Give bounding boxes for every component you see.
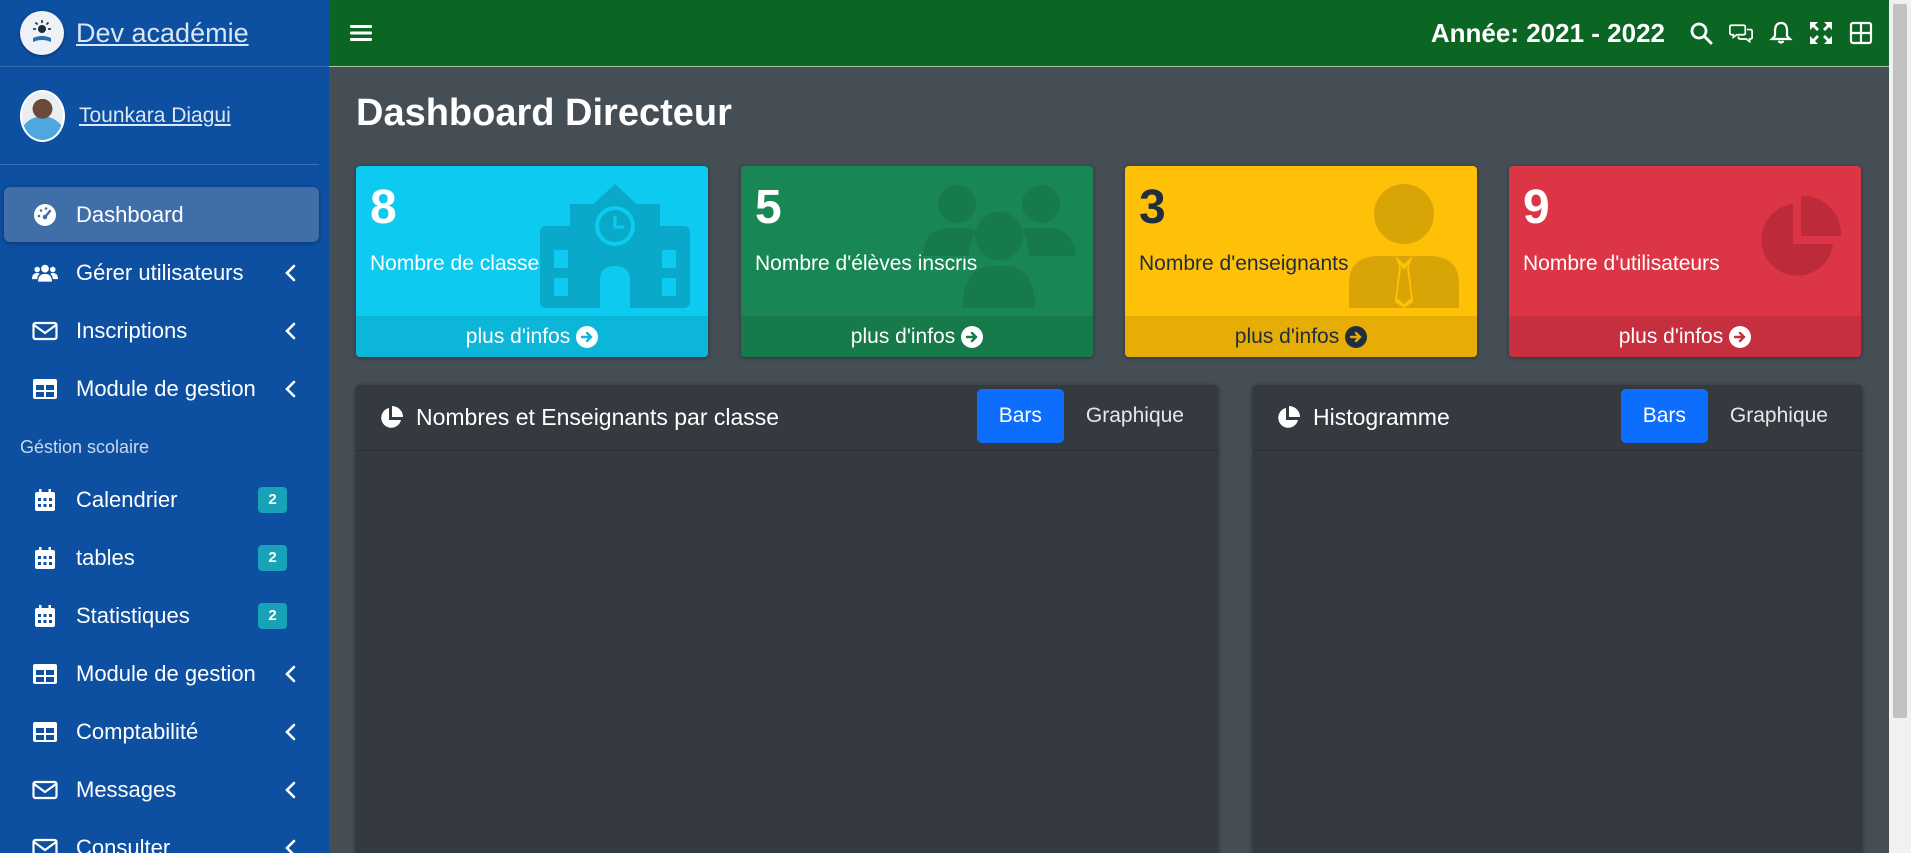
sidebar-item-comptabilite[interactable]: Comptabilité [4,704,319,759]
arrow-right-circle-icon [961,325,984,348]
more-info-label: plus d'infos [850,324,956,348]
stat-box-eleves: 5 Nombre d'élèves inscris plus d'infos [741,166,1093,357]
calendar-icon [30,488,60,512]
grid-icon[interactable] [1841,13,1881,53]
card-tabs: Bars Graphique [1620,389,1850,443]
sidebar-item-consulter[interactable]: Consulter [4,820,319,853]
sidebar-item-label: Statistiques [76,602,190,628]
more-info-label: plus d'infos [1618,324,1724,348]
table-icon [30,377,60,401]
sidebar-item-label: Calendrier [76,486,178,512]
card-title: Histogramme [1313,404,1450,430]
count-badge: 2 [258,544,287,571]
card-header: Histogramme Bars Graphique [1253,385,1862,451]
calendar-icon [30,604,60,628]
page-scrollbar[interactable] [1889,0,1911,853]
sidebar-item-module-gestion[interactable]: Module de gestion [4,361,319,416]
stat-box-enseignants: 3 Nombre d'enseignants plus d'infos [1125,166,1477,357]
sidebar: Dev académie Tounkara Diagui Dashboard G… [0,0,329,853]
chevron-left-icon [285,781,296,798]
tab-bars[interactable]: Bars [976,389,1064,443]
sidebar-section-header: Géstion scolaire [20,437,150,457]
card-enseignants-par-classe: Nombres et Enseignants par classe Bars G… [356,385,1218,853]
envelope-icon [30,319,60,343]
more-info-link[interactable]: plus d'infos [1125,316,1477,357]
arrow-right-circle-icon [576,325,599,348]
main-content: Dashboard Directeur 8 Nombre de classes [329,68,1889,853]
card-histogramme: Histogramme Bars Graphique [1253,385,1862,853]
gauge-icon [30,203,60,227]
brand-link[interactable]: Dev académie [0,0,329,67]
school-year: Année: 2021 - 2022 [1430,17,1665,48]
tab-graphique[interactable]: Graphique [1708,389,1850,443]
users-icon [923,185,1075,308]
fullscreen-icon[interactable] [1801,13,1841,53]
stat-box-classes: 8 Nombre de classes plus d'infos [356,166,708,357]
sidebar-item-calendrier[interactable]: Calendrier 2 [4,472,319,527]
brand-logo-icon [20,11,64,55]
calendar-icon [30,546,60,570]
envelope-icon [30,778,60,802]
sidebar-item-label: tables [76,544,135,570]
chevron-left-icon [285,665,296,682]
user-name[interactable]: Tounkara Diagui [79,104,231,128]
more-info-label: plus d'infos [465,324,571,348]
page-title: Dashboard Directeur [356,92,732,134]
envelope-icon [30,836,60,853]
count-badge: 2 [258,602,287,629]
more-info-link[interactable]: plus d'infos [356,316,708,357]
avatar [20,89,65,142]
more-info-link[interactable]: plus d'infos [741,316,1093,357]
sidebar-item-messages[interactable]: Messages [4,762,319,817]
school-icon [540,184,690,308]
menu-toggle-icon[interactable] [341,13,381,53]
arrow-right-circle-icon [1729,325,1752,348]
pie-chart-icon [1761,195,1842,276]
users-icon [30,261,60,285]
chevron-left-icon [285,723,296,740]
chevron-left-icon [285,264,296,281]
more-info-label: plus d'infos [1234,324,1340,348]
card-tabs: Bars Graphique [976,389,1206,443]
sidebar-item-label: Module de gestion [76,375,256,401]
tab-bars[interactable]: Bars [1620,389,1708,443]
user-panel[interactable]: Tounkara Diagui [0,67,319,165]
card-title: Nombres et Enseignants par classe [416,404,780,430]
scrollbar-thumb[interactable] [1893,4,1907,718]
sidebar-item-label: Dashboard [76,201,184,227]
table-icon [30,662,60,686]
card-header: Nombres et Enseignants par classe Bars G… [356,385,1218,451]
arrow-right-circle-icon [1345,325,1368,348]
sidebar-item-statistiques[interactable]: Statistiques 2 [4,588,319,643]
topbar: Année: 2021 - 2022 [329,0,1889,67]
chevron-left-icon [285,839,296,853]
chevron-left-icon [285,322,296,339]
sidebar-item-label: Gérer utilisateurs [76,259,244,285]
sidebar-item-label: Consulter [76,834,171,853]
bell-icon[interactable] [1761,13,1801,53]
sidebar-item-label: Messages [76,776,177,802]
comments-icon[interactable] [1721,13,1761,53]
sidebar-item-module-gestion-2[interactable]: Module de gestion [4,646,319,701]
tab-graphique[interactable]: Graphique [1064,389,1206,443]
user-tie-icon [1349,184,1459,308]
sidebar-item-users[interactable]: Gérer utilisateurs [4,245,319,300]
topbar-right: Année: 2021 - 2022 [1431,13,1889,53]
chevron-left-icon [285,380,296,397]
table-icon [30,720,60,744]
brand-name: Dev académie [76,17,249,48]
search-icon[interactable] [1681,13,1721,53]
sidebar-item-tables[interactable]: tables 2 [4,530,319,585]
sidebar-item-label: Module de gestion [76,660,256,686]
sidebar-item-label: Comptabilité [76,718,199,744]
pie-chart-icon [381,405,403,428]
pie-chart-icon [1278,405,1300,428]
count-badge: 2 [258,486,287,513]
sidebar-item-label: Inscriptions [76,317,188,343]
sidebar-item-dashboard[interactable]: Dashboard [4,187,319,242]
stat-box-utilisateurs: 9 Nombre d'utilisateurs plus d'infos [1509,166,1861,357]
more-info-link[interactable]: plus d'infos [1509,316,1861,357]
sidebar-nav: Dashboard Gérer utilisateurs Inscription… [0,165,329,853]
sidebar-item-inscriptions[interactable]: Inscriptions [4,303,319,358]
